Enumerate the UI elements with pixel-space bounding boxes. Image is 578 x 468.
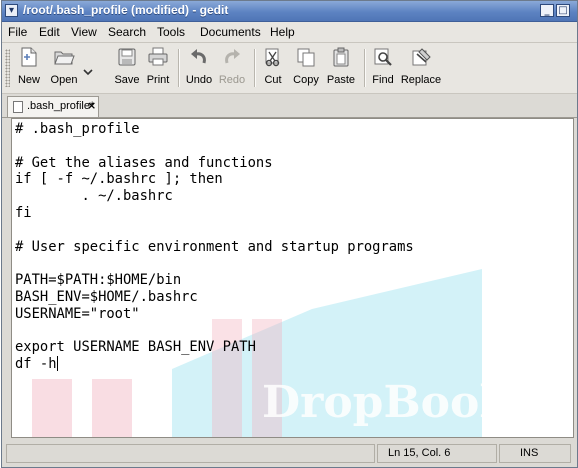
minimize-button[interactable]: _ bbox=[540, 4, 554, 17]
cut-button[interactable]: Cut bbox=[260, 46, 286, 86]
toolbar-separator bbox=[178, 49, 180, 87]
window-title: /root/.bash_profile (modified) - gedit bbox=[23, 3, 229, 17]
copy-icon bbox=[297, 48, 315, 67]
save-label: Save bbox=[114, 74, 140, 86]
new-label: New bbox=[17, 74, 40, 86]
watermark-stripe bbox=[32, 379, 72, 437]
gedit-window: ▾ /root/.bash_profile (modified) - gedit… bbox=[1, 0, 578, 468]
copy-label: Copy bbox=[293, 74, 319, 86]
code-line: PATH=$PATH:$HOME/bin bbox=[15, 272, 182, 289]
menu-tools[interactable]: Tools bbox=[157, 25, 185, 39]
print-label: Print bbox=[146, 74, 170, 86]
new-document-icon bbox=[21, 47, 37, 67]
maximize-button[interactable]: □ bbox=[556, 4, 570, 17]
code-line: BASH_ENV=$HOME/.bashrc bbox=[15, 288, 198, 305]
redo-button[interactable]: Redo bbox=[216, 46, 248, 86]
cursor-position: Ln 15, Col. 6 bbox=[388, 447, 451, 459]
replace-button[interactable]: Replace bbox=[398, 46, 444, 86]
code-line: if [ -f ~/.bashrc ]; then bbox=[15, 171, 223, 188]
tab-close-button[interactable]: × bbox=[87, 99, 96, 112]
find-button[interactable]: Find bbox=[368, 46, 398, 86]
chevron-down-icon bbox=[83, 69, 93, 76]
text-cursor bbox=[56, 356, 58, 372]
menu-bar: File Edit View Search Tools Documents He… bbox=[2, 22, 577, 43]
menu-file[interactable]: File bbox=[8, 25, 27, 39]
insert-mode: INS bbox=[520, 447, 539, 459]
menu-search[interactable]: Search bbox=[108, 25, 146, 39]
paste-label: Paste bbox=[326, 74, 356, 86]
tab-bash-profile[interactable]: .bash_profile* × bbox=[7, 96, 99, 117]
undo-icon bbox=[191, 49, 206, 64]
tab-label: .bash_profile* bbox=[27, 100, 95, 112]
redo-label: Redo bbox=[218, 74, 246, 86]
status-message-panel bbox=[6, 444, 375, 463]
toolbar-grip[interactable] bbox=[5, 49, 10, 87]
find-replace-icon bbox=[412, 48, 431, 66]
code-line-current: df -h bbox=[15, 356, 414, 373]
code-line: fi bbox=[15, 204, 32, 221]
print-button[interactable]: Print bbox=[142, 46, 174, 86]
window-menu-icon[interactable]: ▾ bbox=[5, 4, 18, 17]
document-tabs: .bash_profile* × bbox=[2, 94, 577, 118]
toolbar-separator bbox=[364, 49, 366, 87]
new-button[interactable]: New bbox=[14, 46, 44, 86]
code-line: . ~/.bashrc bbox=[15, 188, 173, 205]
code-line: # Get the aliases and functions bbox=[15, 154, 273, 171]
code-line: # User specific environment and startup … bbox=[15, 238, 414, 255]
toolbar-separator bbox=[254, 49, 256, 87]
paste-button[interactable]: Paste bbox=[322, 46, 360, 86]
copy-button[interactable]: Copy bbox=[290, 46, 322, 86]
code-line: USERNAME="root" bbox=[15, 305, 140, 322]
code-line: export USERNAME BASH_ENV PATH bbox=[15, 339, 256, 356]
menu-edit[interactable]: Edit bbox=[39, 25, 60, 39]
code-line-text: df -h bbox=[15, 356, 57, 373]
code-text[interactable]: # .bash_profile # Get the aliases and fun… bbox=[15, 121, 414, 373]
code-line: # .bash_profile bbox=[15, 121, 140, 137]
undo-label: Undo bbox=[185, 74, 213, 86]
open-label: Open bbox=[50, 74, 78, 86]
status-bar: Ln 15, Col. 6 INS bbox=[2, 440, 577, 467]
open-button[interactable]: Open bbox=[44, 46, 84, 86]
save-button[interactable]: Save bbox=[112, 46, 142, 86]
redo-icon bbox=[225, 49, 240, 64]
find-label: Find bbox=[372, 74, 394, 86]
clipboard-icon bbox=[333, 47, 349, 67]
scissors-icon bbox=[265, 48, 280, 67]
save-disk-icon bbox=[118, 48, 136, 66]
open-recent-dropdown[interactable] bbox=[82, 61, 94, 80]
menu-view[interactable]: View bbox=[71, 25, 97, 39]
find-magnifier-icon bbox=[374, 48, 392, 66]
menu-help[interactable]: Help bbox=[270, 25, 295, 39]
watermark-text: DropBooks bbox=[262, 377, 535, 428]
toolbar: New Open Save Print Undo Redo Cut Copy P… bbox=[2, 43, 577, 94]
replace-label: Replace bbox=[400, 74, 442, 86]
undo-button[interactable]: Undo bbox=[183, 46, 215, 86]
document-icon bbox=[13, 101, 23, 113]
watermark-stripe bbox=[92, 379, 132, 437]
menu-documents[interactable]: Documents bbox=[200, 25, 261, 39]
printer-icon bbox=[148, 47, 168, 66]
text-editor[interactable]: DropBooks # .bash_profile # Get the alias… bbox=[11, 118, 574, 438]
cut-label: Cut bbox=[264, 74, 282, 86]
title-bar[interactable]: ▾ /root/.bash_profile (modified) - gedit… bbox=[2, 1, 577, 22]
folder-open-icon bbox=[54, 51, 75, 65]
